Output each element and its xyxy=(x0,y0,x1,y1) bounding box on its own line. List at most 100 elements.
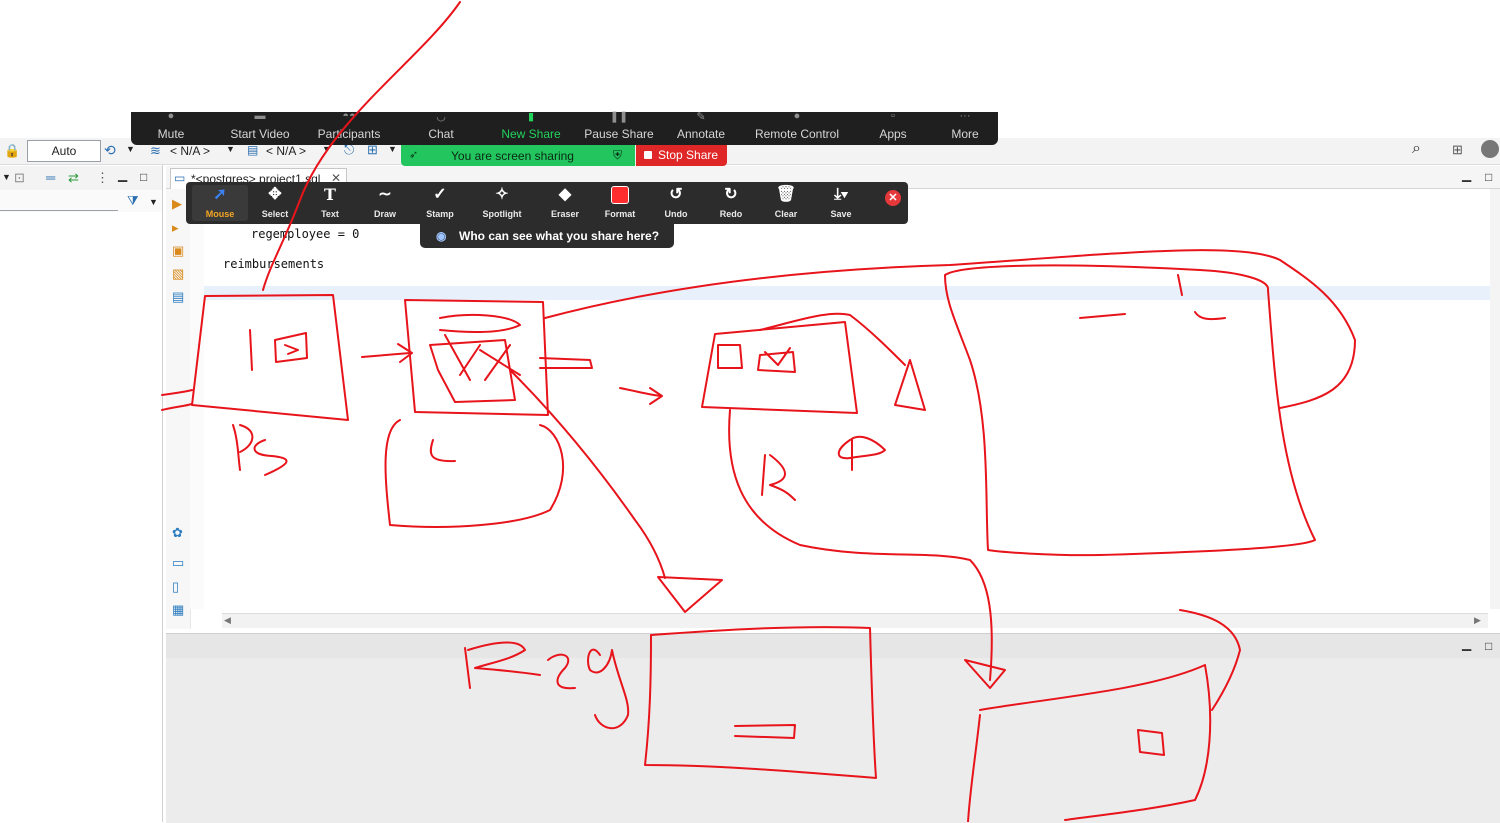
chevron-down-icon[interactable]: ▼ xyxy=(2,172,11,182)
chat-label: Chat xyxy=(428,127,454,141)
import-icon[interactable]: ▯ xyxy=(172,579,179,595)
tool-clear[interactable]: 🗑 Clear xyxy=(759,182,813,224)
tool-draw[interactable]: ∼ Draw xyxy=(358,182,412,224)
perspective-icon[interactable]: ⊞ xyxy=(1452,142,1463,158)
maximize-icon[interactable]: □ xyxy=(1485,170,1492,184)
database-navigator-panel xyxy=(0,165,163,822)
history-icon[interactable]: ⟲ xyxy=(104,142,116,159)
more-button[interactable]: ··· More xyxy=(941,110,989,145)
chevron-down-icon[interactable]: ▼ xyxy=(226,144,235,154)
tool-label: Spotlight xyxy=(482,209,522,219)
apps-button[interactable]: ▫ Apps xyxy=(869,110,917,145)
minimize-icon[interactable]: ▁ xyxy=(118,168,127,182)
execute-icon[interactable]: ▶ xyxy=(172,196,182,212)
tool-label: Select xyxy=(261,209,289,219)
schema-icon: ▤ xyxy=(247,143,259,157)
chevron-down-icon[interactable]: ▼ xyxy=(322,144,331,154)
scroll-right-icon[interactable]: ▶ xyxy=(1474,615,1481,626)
search-icon[interactable]: ⌕ xyxy=(1412,140,1421,158)
line-gutter xyxy=(190,189,204,609)
spotlight-wand-icon: ✧ xyxy=(495,186,509,203)
annotate-button[interactable]: ✎ Annotate xyxy=(669,111,733,145)
tool-stamp[interactable]: ✓ Stamp xyxy=(413,182,467,224)
execute-new-tab-icon[interactable]: ▣ xyxy=(172,243,184,259)
tool-label: Draw xyxy=(373,209,396,219)
video-off-icon: ▬ xyxy=(254,110,266,122)
stop-share-button[interactable]: Stop Share xyxy=(636,145,727,166)
squiggle-icon: ∼ xyxy=(378,186,392,203)
chat-button[interactable]: ◡ Chat xyxy=(411,111,471,145)
database-icon: ≋ xyxy=(150,143,161,158)
tool-label: Save xyxy=(830,209,852,219)
undo-icon: ↺ xyxy=(669,186,683,203)
vertical-scrollbar[interactable] xyxy=(1490,189,1500,609)
export-icon[interactable]: ▭ xyxy=(172,555,184,571)
screen-sharing-banner[interactable]: ➶ You are screen sharing ⛨ xyxy=(401,145,635,166)
remote-control-label: Remote Control xyxy=(754,127,840,141)
who-can-see-tooltip[interactable]: ◉ Who can see what you share here? xyxy=(420,224,674,248)
maximize-icon[interactable]: □ xyxy=(1485,639,1492,653)
remote-control-button[interactable]: ● Remote Control xyxy=(749,110,845,145)
start-video-label: Start Video xyxy=(230,127,290,141)
annotation-toolbar: ➚ Mouse ✥ Select T Text ∼ Draw ✓ Stamp ✧ Spotl… xyxy=(186,182,908,224)
sql-file-icon: ▭ xyxy=(174,171,186,185)
pause-share-button[interactable]: ❚❚ Pause Share xyxy=(583,111,655,145)
tool-eraser[interactable]: ◆ Eraser xyxy=(538,182,592,224)
tool-redo[interactable]: ↻ Redo xyxy=(704,182,758,224)
chevron-down-icon[interactable]: ▼ xyxy=(388,144,397,154)
tool-label: Text xyxy=(321,209,339,219)
maximize-icon[interactable]: □ xyxy=(140,170,147,184)
minimize-icon[interactable]: ▁ xyxy=(1462,168,1471,182)
filter-icon[interactable]: ⧩ xyxy=(127,193,139,209)
horizontal-scrollbar[interactable]: ◀ ▶ xyxy=(222,613,1488,628)
avatar[interactable] xyxy=(1481,140,1499,158)
start-video-button[interactable]: ▬ Start Video xyxy=(223,110,297,145)
explain-plan-icon[interactable]: ▧ xyxy=(172,266,184,282)
tool-select[interactable]: ✥ Select xyxy=(248,182,302,224)
tool-label: Redo xyxy=(719,209,743,219)
filter-underline xyxy=(0,210,118,211)
pen-icon: ✎ xyxy=(696,111,706,123)
link-editor-icon[interactable]: ⇄ xyxy=(68,170,79,186)
new-folder-icon[interactable]: ⊡ xyxy=(14,170,25,186)
cursor-arrow-icon: ➚ xyxy=(213,186,227,203)
tool-label: Stamp xyxy=(426,209,454,219)
minimize-icon[interactable]: ▁ xyxy=(1462,637,1471,651)
annotate-label: Annotate xyxy=(676,127,726,141)
collapse-icon[interactable]: ═ xyxy=(46,170,55,185)
transaction-mode-select[interactable]: Auto xyxy=(27,140,101,162)
settings-gear-icon[interactable]: ✿ xyxy=(172,525,183,541)
eraser-icon: ◆ xyxy=(558,186,572,203)
tool-format[interactable]: Format xyxy=(593,182,647,224)
menu-dots-icon[interactable]: ⋮ xyxy=(96,170,109,186)
mute-button[interactable]: ● Mute xyxy=(141,110,201,145)
variables-icon[interactable]: ▦ xyxy=(172,602,184,618)
tool-text[interactable]: T Text xyxy=(303,182,357,224)
results-panel xyxy=(166,633,1500,823)
tool-label: Undo xyxy=(664,209,688,219)
code-line: regemployee = 0 xyxy=(251,227,360,241)
outline-icon[interactable]: ▤ xyxy=(172,289,184,305)
tool-spotlight[interactable]: ✧ Spotlight xyxy=(475,182,529,224)
close-annotation-icon[interactable]: ✕ xyxy=(885,190,901,206)
participants-button[interactable]: ◓◓ Participants xyxy=(313,110,385,145)
new-share-button[interactable]: ▮ New Share xyxy=(493,111,569,145)
stop-icon xyxy=(644,151,652,159)
chevron-down-icon[interactable]: ▼ xyxy=(149,197,158,207)
tool-mouse[interactable]: ➚ Mouse xyxy=(193,182,247,224)
lock-icon[interactable]: 🔒 xyxy=(4,143,20,159)
color-square-icon xyxy=(593,186,647,209)
chevron-down-icon[interactable]: ▼ xyxy=(126,144,135,154)
sql-editor[interactable] xyxy=(204,189,1490,609)
tool-save[interactable]: ⤓▾ Save xyxy=(814,182,868,224)
tool-undo[interactable]: ↺ Undo xyxy=(649,182,703,224)
execute-script-icon[interactable]: ▸ xyxy=(172,220,179,236)
apps-label: Apps xyxy=(879,127,907,141)
mute-label: Mute xyxy=(157,127,185,141)
tooltip-text: Who can see what you share here? xyxy=(459,229,660,243)
new-share-label: New Share xyxy=(501,127,561,141)
sharing-status-text: You are screen sharing xyxy=(451,149,574,163)
checkmark-icon: ✓ xyxy=(433,186,447,203)
current-line-highlight xyxy=(204,286,1490,300)
scroll-left-icon[interactable]: ◀ xyxy=(224,615,231,626)
